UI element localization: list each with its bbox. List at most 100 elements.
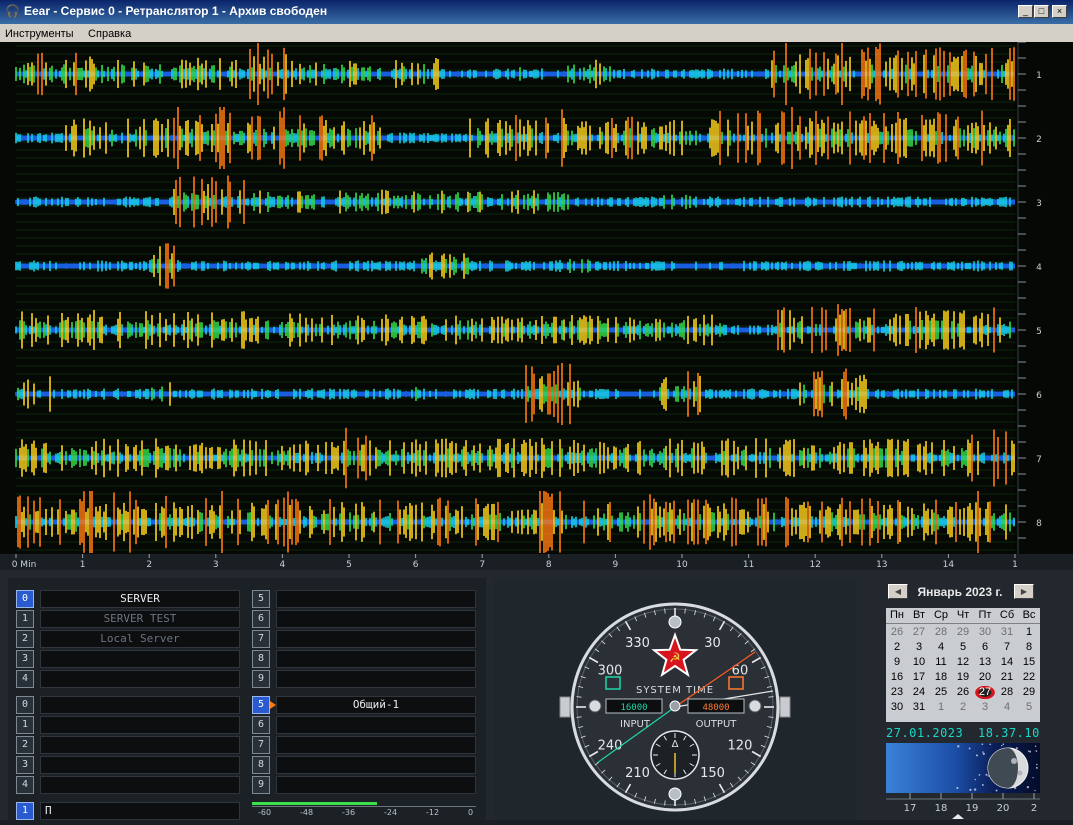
calendar-day[interactable]: 13 — [974, 655, 996, 670]
calendar-day[interactable]: 7 — [996, 640, 1018, 655]
calendar-day[interactable]: 1 — [1018, 625, 1040, 640]
time-axis-label: 3 — [213, 560, 219, 570]
calendar-day-today[interactable]: 27 — [974, 685, 996, 700]
group-b-channel-0-name-field[interactable] — [40, 696, 240, 714]
calendar-day[interactable]: 14 — [996, 655, 1018, 670]
group-a-channel-6-name-field[interactable] — [276, 610, 476, 628]
group-a-channel-4-number-button[interactable]: 4 — [16, 670, 34, 688]
group-b-channel-1-number-button[interactable]: 1 — [16, 716, 34, 734]
calendar-day[interactable]: 18 — [930, 670, 952, 685]
group-a-channel-5-number-button[interactable]: 5 — [252, 590, 270, 608]
output-channel-number-button[interactable]: 1 — [16, 802, 34, 820]
group-a-channel-0-number-button[interactable]: 0 — [16, 590, 34, 608]
group-a-channel-1-name-field[interactable]: SERVER TEST — [40, 610, 240, 628]
group-a-channel-9-name-field[interactable] — [276, 670, 476, 688]
calendar-day[interactable]: 29 — [952, 625, 974, 640]
calendar-day[interactable]: 26 — [886, 625, 908, 640]
group-b-channel-2-name-field[interactable] — [40, 736, 240, 754]
group-b-channel-6-name-field[interactable] — [276, 716, 476, 734]
group-b-channel-3-number-button[interactable]: 3 — [16, 756, 34, 774]
group-a-channel-8-name-field[interactable] — [276, 650, 476, 668]
group-a-channel-3-number-button[interactable]: 3 — [16, 650, 34, 668]
calendar-day[interactable]: 3 — [974, 700, 996, 715]
group-a-channel-2-number-button[interactable]: 2 — [16, 630, 34, 648]
calendar-day[interactable]: 1 — [930, 700, 952, 715]
group-b-channel-7-name-field[interactable] — [276, 736, 476, 754]
group-b-channel-3-name-field[interactable] — [40, 756, 240, 774]
calendar-day[interactable]: 29 — [1018, 685, 1040, 700]
calendar-day[interactable]: 16 — [886, 670, 908, 685]
calendar-day[interactable]: 2 — [952, 700, 974, 715]
group-a-channel-2-name-field[interactable]: Local Server — [40, 630, 240, 648]
calendar-day[interactable]: 2 — [886, 640, 908, 655]
minimize-button[interactable]: _ — [1018, 5, 1033, 18]
calendar-grid: Пн Вт Ср Чт Пт Сб Вс 26 27 28 29 30 31 1 2 3 4 5 6 7 8 9 10 11 1… — [886, 608, 1040, 722]
waveform-canvas[interactable]: 123456780 Min 1 2 3 4 5 6 7 8 9 10 11 12 13 14 1 — [0, 42, 1073, 570]
menu-bar: Инструменты Справка — [0, 24, 1073, 43]
calendar-day[interactable]: 27 — [908, 625, 930, 640]
group-a-channel-9-number-button[interactable]: 9 — [252, 670, 270, 688]
group-b-channel-8-name-field[interactable] — [276, 756, 476, 774]
calendar-day[interactable]: 31 — [908, 700, 930, 715]
calendar-day[interactable]: 11 — [930, 655, 952, 670]
menu-help[interactable]: Справка — [83, 26, 136, 42]
group-b-channel-4-name-field[interactable] — [40, 776, 240, 794]
group-a-channel-6-number-button[interactable]: 6 — [252, 610, 270, 628]
group-a-channel-5-name-field[interactable] — [276, 590, 476, 608]
group-a-channel-7-number-button[interactable]: 7 — [252, 630, 270, 648]
clock-lamp — [668, 615, 682, 629]
group-b-channel-2-number-button[interactable]: 2 — [16, 736, 34, 754]
maximize-button[interactable]: □ — [1034, 5, 1049, 18]
group-a-channel-3-name-field[interactable] — [40, 650, 240, 668]
calendar-day[interactable]: 30 — [886, 700, 908, 715]
calendar-day[interactable]: 4 — [996, 700, 1018, 715]
calendar-day[interactable]: 8 — [1018, 640, 1040, 655]
group-b-channel-4-number-button[interactable]: 4 — [16, 776, 34, 794]
waveform-area[interactable]: 123456780 Min 1 2 3 4 5 6 7 8 9 10 11 12 13 14 1 — [0, 42, 1073, 570]
group-b-channel-6-number-button[interactable]: 6 — [252, 716, 270, 734]
group-b-channel-0-number-button[interactable]: 0 — [16, 696, 34, 714]
group-b-channel-1-name-field[interactable] — [40, 716, 240, 734]
calendar-day[interactable]: 28 — [996, 685, 1018, 700]
calendar-day[interactable]: 15 — [1018, 655, 1040, 670]
level-meter-label: -60 — [258, 808, 272, 817]
menu-tools[interactable]: Инструменты — [0, 26, 79, 42]
group-b-channel-5-name-field[interactable]: Общий-1 — [276, 696, 476, 714]
close-button[interactable]: × — [1052, 5, 1067, 18]
calendar-day[interactable]: 23 — [886, 685, 908, 700]
group-a-channel-7-name-field[interactable] — [276, 630, 476, 648]
calendar-day[interactable]: 10 — [908, 655, 930, 670]
group-a-channel-1-number-button[interactable]: 1 — [16, 610, 34, 628]
moon-time-marker — [952, 814, 964, 819]
calendar-day[interactable]: 24 — [908, 685, 930, 700]
calendar-day[interactable]: 6 — [974, 640, 996, 655]
group-b-channel-8-number-button[interactable]: 8 — [252, 756, 270, 774]
group-b-channel-9-number-button[interactable]: 9 — [252, 776, 270, 794]
calendar-day[interactable]: 31 — [996, 625, 1018, 640]
calendar-day[interactable]: 20 — [974, 670, 996, 685]
group-a-channel-8-number-button[interactable]: 8 — [252, 650, 270, 668]
calendar-day[interactable]: 28 — [930, 625, 952, 640]
output-channel-name-field[interactable]: Π — [40, 802, 240, 820]
calendar-day[interactable]: 5 — [1018, 700, 1040, 715]
calendar-day[interactable]: 25 — [930, 685, 952, 700]
calendar-day[interactable]: 17 — [908, 670, 930, 685]
calendar-day[interactable]: 19 — [952, 670, 974, 685]
calendar-day[interactable]: 30 — [974, 625, 996, 640]
calendar-day[interactable]: 9 — [886, 655, 908, 670]
group-b-channel-9-name-field[interactable] — [276, 776, 476, 794]
calendar-day[interactable]: 12 — [952, 655, 974, 670]
calendar-day[interactable]: 21 — [996, 670, 1018, 685]
group-b-channel-5-number-button[interactable]: 5 — [252, 696, 270, 714]
calendar-day[interactable]: 22 — [1018, 670, 1040, 685]
calendar-day[interactable]: 26 — [952, 685, 974, 700]
group-a-channel-4-name-field[interactable] — [40, 670, 240, 688]
calendar-day[interactable]: 3 — [908, 640, 930, 655]
calendar-day[interactable]: 5 — [952, 640, 974, 655]
calendar-day[interactable]: 4 — [930, 640, 952, 655]
moon-axis-label: 18 — [935, 803, 948, 814]
group-b-channel-7-number-button[interactable]: 7 — [252, 736, 270, 754]
next-month-button[interactable]: ▶ — [1014, 584, 1034, 599]
group-a-channel-0-name-field[interactable]: SERVER — [40, 590, 240, 608]
prev-month-button[interactable]: ◀ — [888, 584, 908, 599]
